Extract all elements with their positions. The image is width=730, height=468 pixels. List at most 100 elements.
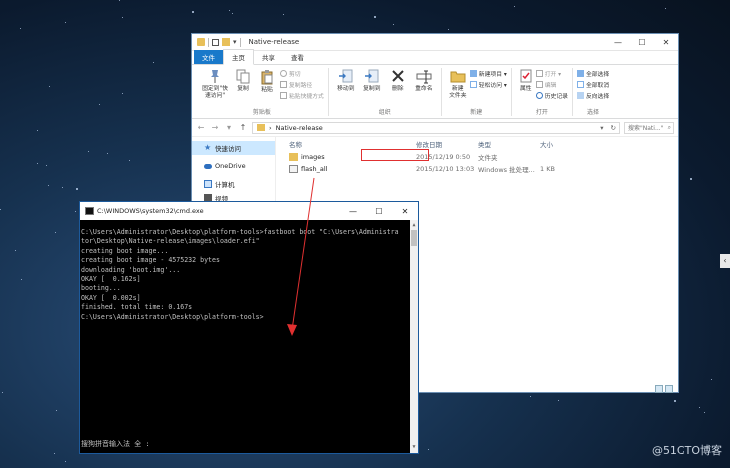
highlight-box xyxy=(361,149,429,161)
open-group: 属性 打开 ▾ 编辑 历史记录 打开 xyxy=(512,68,573,116)
edit-icon xyxy=(535,81,543,88)
up-button[interactable]: ↑ xyxy=(238,123,248,132)
folder-icon xyxy=(289,153,298,161)
large-icons-view-button[interactable] xyxy=(665,385,673,393)
file-name: images xyxy=(301,153,325,161)
star xyxy=(448,29,449,30)
history-label: 历史记录 xyxy=(544,94,568,100)
edit-button[interactable]: 编辑 xyxy=(535,80,568,89)
scroll-down-icon[interactable]: ▼ xyxy=(410,443,418,452)
cmd-window-title: C:\WINDOWS\system32\cmd.exe xyxy=(97,207,204,215)
star xyxy=(232,13,233,14)
close-button[interactable]: ✕ xyxy=(654,38,678,47)
properties-quick-icon[interactable] xyxy=(212,38,219,46)
star xyxy=(2,392,3,393)
tab-view[interactable]: 查看 xyxy=(283,50,312,64)
close-button[interactable]: ✕ xyxy=(392,207,418,216)
tab-file[interactable]: 文件 xyxy=(194,50,223,64)
star xyxy=(99,104,100,105)
table-row[interactable]: flash_all 2015/12/10 13:03 Windows 批处理..… xyxy=(276,163,678,175)
tab-home[interactable]: 主页 xyxy=(223,49,254,65)
ime-status-bar: 搜狗拼音输入法 全 : xyxy=(81,439,150,448)
select-group: 全部选择 全部取消 反向选择 选择 xyxy=(573,68,613,116)
scrollbar[interactable]: ▲ ▼ xyxy=(410,220,418,453)
cmd-title-bar: C:\WINDOWS\system32\cmd.exe — ☐ ✕ xyxy=(80,202,418,220)
select-none-button[interactable]: 全部取消 xyxy=(576,80,609,89)
view-mode-buttons xyxy=(655,385,673,393)
address-bar[interactable]: › Native-release ▾ ↻ xyxy=(252,121,620,134)
delete-icon xyxy=(392,70,404,82)
computer-icon xyxy=(204,180,212,188)
file-name-cell: flash_all xyxy=(281,165,416,173)
minimize-button[interactable]: — xyxy=(340,207,366,216)
invert-selection-icon xyxy=(576,92,584,99)
delete-label: 删除 xyxy=(391,86,404,92)
open-label: 打开 ▾ xyxy=(544,72,562,78)
window-controls: — ☐ ✕ xyxy=(606,38,678,47)
select-group-label: 选择 xyxy=(587,109,600,116)
star xyxy=(119,0,120,1)
nav-item-label: 快速访问 xyxy=(215,145,241,153)
maximize-button[interactable]: ☐ xyxy=(366,207,392,216)
window-title: Native-release xyxy=(248,38,300,46)
history-button[interactable]: 历史记录 xyxy=(535,91,568,100)
column-header-date[interactable]: 修改日期 xyxy=(416,139,478,149)
copy-path-label: 复制路径 xyxy=(289,83,313,89)
table-row[interactable]: images 2015/12/19 0:50 文件夹 xyxy=(276,151,678,163)
minimize-button[interactable]: — xyxy=(606,38,630,47)
console-line: finished. total time: 0.167s xyxy=(81,303,193,312)
easy-access-icon xyxy=(469,81,477,88)
back-button[interactable]: ← xyxy=(196,123,206,132)
forward-button[interactable]: → xyxy=(210,123,220,132)
star xyxy=(153,62,154,63)
column-header-type[interactable]: 类型 xyxy=(478,139,540,149)
cloud-icon xyxy=(204,163,212,169)
file-name: flash_all xyxy=(301,165,328,173)
new-item-button[interactable]: 新建项目 ▾ xyxy=(469,69,507,78)
paste-button[interactable]: 粘贴 xyxy=(256,69,278,94)
invert-selection-button[interactable]: 反向选择 xyxy=(576,91,609,100)
new-folder-quick-icon[interactable] xyxy=(222,38,230,46)
star xyxy=(62,187,63,188)
scrollbar-thumb[interactable] xyxy=(411,230,417,246)
column-header-name[interactable]: 名称 xyxy=(281,139,416,149)
refresh-button[interactable]: ↻ xyxy=(611,124,619,132)
quick-access-toolbar: ▾ xyxy=(197,37,241,47)
recent-locations-button[interactable]: ▾ xyxy=(224,123,234,132)
console-line: creating boot image... xyxy=(81,246,169,255)
details-view-button[interactable] xyxy=(655,385,663,393)
chevron-left-icon[interactable]: ‹ xyxy=(720,254,730,268)
search-input[interactable]: 搜索"Nati..." ⌕ xyxy=(624,121,674,134)
star xyxy=(665,8,666,9)
folder-icon xyxy=(257,124,265,131)
folder-icon xyxy=(197,38,205,46)
column-header-size[interactable]: 大小 xyxy=(540,139,580,149)
copy-path-button[interactable]: 复制路径 xyxy=(280,80,324,89)
tab-share[interactable]: 共享 xyxy=(254,50,283,64)
cut-label: 剪切 xyxy=(289,72,301,78)
scroll-up-icon[interactable]: ▲ xyxy=(410,221,418,230)
address-dropdown-icon[interactable]: ▾ xyxy=(600,124,606,132)
console-line: booting... xyxy=(81,284,121,293)
new-item-icon xyxy=(469,70,477,77)
nav-item-quick-access[interactable]: ★ 快速访问 xyxy=(192,141,275,155)
chevron-down-icon[interactable]: ▾ xyxy=(233,38,237,46)
star xyxy=(674,400,676,402)
cut-button[interactable]: 剪切 xyxy=(280,69,324,78)
rename-icon xyxy=(416,70,432,84)
divider xyxy=(239,37,241,47)
star xyxy=(122,17,123,18)
copy-path-icon xyxy=(280,81,287,88)
console-output[interactable]: C:\Users\Administrator\Desktop\platform-… xyxy=(80,220,418,453)
open-button[interactable]: 打开 ▾ xyxy=(535,69,568,78)
maximize-button[interactable]: ☐ xyxy=(630,38,654,47)
star xyxy=(37,130,38,131)
paste-shortcut-button[interactable]: 粘贴快捷方式 xyxy=(280,91,324,100)
new-group-label: 新建 xyxy=(470,109,483,116)
nav-item-onedrive[interactable]: OneDrive xyxy=(192,159,275,173)
select-all-button[interactable]: 全部选择 xyxy=(576,69,609,78)
star xyxy=(65,461,66,462)
easy-access-button[interactable]: 轻松访问 ▾ xyxy=(469,80,507,89)
star xyxy=(46,165,47,166)
nav-item-computer[interactable]: 计算机 xyxy=(192,177,275,191)
